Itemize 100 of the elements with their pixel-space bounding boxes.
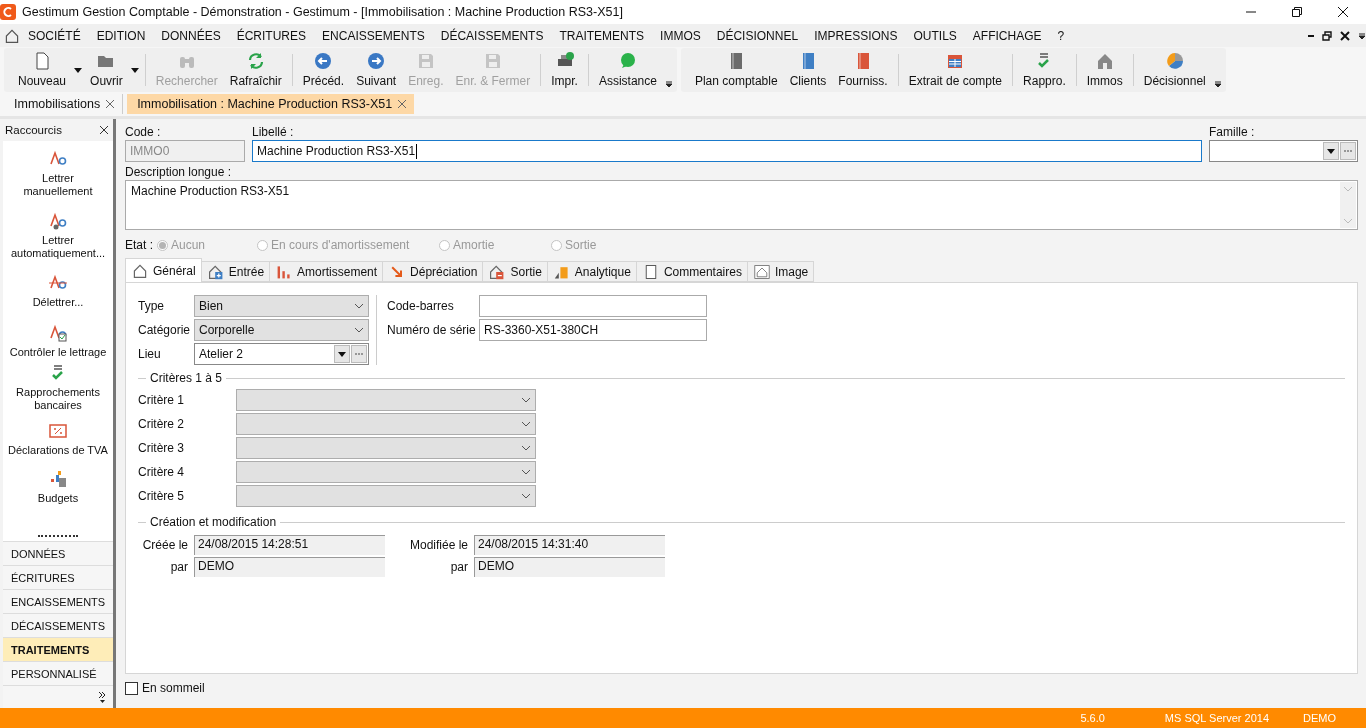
chevron-down-icon	[521, 421, 531, 427]
chevron-down-icon	[521, 445, 531, 451]
letter-check-icon	[48, 323, 68, 343]
status-text: 5.6.0	[1080, 712, 1105, 724]
restore-icon	[1322, 30, 1332, 41]
readonly-field: 24/08/2015 14:31:40	[474, 535, 665, 555]
menu-item[interactable]: OUTILS	[905, 28, 965, 43]
dropdown-arrow-icon	[338, 351, 346, 357]
minimize-icon	[1308, 34, 1314, 37]
menu-item[interactable]: EDITION	[88, 28, 154, 43]
budget-icon	[48, 469, 68, 489]
toolbar-button[interactable]: Impr.	[545, 48, 584, 92]
menu-item[interactable]: AFFICHAGE	[964, 28, 1050, 43]
house-minus-icon	[489, 263, 506, 280]
select-field[interactable]: Corporelle	[194, 319, 369, 341]
overflow-icon	[1358, 31, 1366, 40]
house-plus-icon	[207, 263, 224, 280]
menu-item[interactable]: ?	[1049, 28, 1073, 43]
document-tab[interactable]: Immobilisation : Machine Production RS3-X51	[127, 94, 415, 114]
pie-chart-icon	[1164, 51, 1185, 71]
chevron-down-icon	[1343, 218, 1353, 224]
close-icon	[398, 100, 407, 108]
menu-item[interactable]: ÉCRITURES	[228, 28, 315, 43]
menu-item[interactable]: ENCAISSEMENTS	[314, 28, 433, 43]
toolbar-button[interactable]: Immos	[1080, 48, 1129, 92]
label-field[interactable]: Machine Production RS3-X51	[252, 140, 1202, 162]
form-tab[interactable]: Commentaires	[635, 261, 748, 282]
menu-item[interactable]: DÉCISIONNEL	[708, 28, 807, 43]
dropdown-arrow-icon	[130, 67, 139, 73]
toolbar-button[interactable]: Rafraîchir	[223, 48, 288, 92]
menu-item[interactable]: SOCIÉTÉ	[20, 28, 89, 43]
field-label: Lieu	[138, 347, 162, 361]
bar-chart-icon	[276, 263, 293, 280]
shortcut-label[interactable]: Contrôler le lettrage	[9, 346, 107, 359]
shortcut-label[interactable]: Rapprochements bancaires	[6, 386, 110, 412]
serial-number-field[interactable]: RS-3360-X51-380CH	[479, 319, 707, 341]
field-label: Description longue :	[125, 165, 233, 180]
house-icon	[132, 262, 148, 279]
toolbar-button[interactable]: Précéd.	[296, 48, 351, 92]
section-button[interactable]: TRAITEMENTS	[3, 637, 113, 661]
toolbar-button[interactable]: Plan comptable	[688, 48, 784, 92]
group-title: Création et modification	[150, 515, 277, 529]
field-label: Code-barres	[387, 299, 455, 313]
field-label: par	[169, 560, 189, 574]
form-tab[interactable]: Image	[746, 261, 815, 282]
field-label: Code :	[125, 125, 162, 140]
field-label: Numéro de série	[387, 323, 477, 337]
dropdown-button[interactable]	[334, 345, 350, 363]
select-field[interactable]	[236, 413, 536, 435]
document-tab[interactable]: Immobilisations	[4, 94, 124, 114]
barcode-field[interactable]	[479, 295, 707, 317]
shortcut-label[interactable]: Déclarations de TVA	[8, 444, 108, 457]
menu-item[interactable]: IMPRESSIONS	[806, 28, 906, 43]
checkbox-label[interactable]: En sommeil	[142, 680, 205, 696]
checkbox[interactable]	[125, 681, 138, 695]
field-label: Créée le	[141, 538, 189, 552]
readonly-field: 24/08/2015 14:28:51	[194, 535, 385, 555]
form-tab[interactable]: Dépréciation	[382, 261, 484, 282]
toolbar-button[interactable]: Assistance	[592, 48, 663, 92]
chevron-down-icon	[521, 469, 531, 475]
group-title: Critères 1 à 5	[150, 371, 223, 385]
ellipsis-icon	[1343, 149, 1353, 153]
toolbar-button[interactable]: Nouveau	[12, 48, 73, 92]
field-label: Critère 1	[138, 393, 185, 407]
select-field[interactable]: Bien	[194, 295, 369, 317]
window-title: Gestimum Gestion Comptable - Démonstration - Gestimum - [Immobilisation : Machine Production RS3-X51]	[22, 5, 624, 19]
select-field[interactable]	[236, 485, 536, 507]
location-combo[interactable]: Atelier 2	[194, 343, 369, 365]
shortcut-label[interactable]: Budgets	[37, 492, 79, 505]
menu-item[interactable]: TRAITEMENTS	[551, 28, 653, 43]
form-tab[interactable]: Analytique	[546, 261, 637, 282]
arrow-left-icon	[313, 51, 334, 71]
close-icon	[106, 100, 115, 108]
menu-item[interactable]: IMMOS	[652, 28, 709, 43]
shortcut-label[interactable]: Lettrer automatiquement...	[6, 234, 110, 260]
chevron-down-icon	[1343, 186, 1353, 192]
shortcut-label[interactable]: Délettrer...	[32, 296, 84, 309]
shortcut-label[interactable]: Lettrer manuellement	[18, 172, 98, 198]
menu-item[interactable]: DÉCAISSEMENTS	[432, 28, 552, 43]
chevron-more-icon	[97, 691, 107, 703]
toolbar-button[interactable]: Rappro.	[1017, 48, 1072, 92]
toolbar-button[interactable]: Extrait de compte	[902, 48, 1009, 92]
toolbar-button[interactable]: Suivant	[350, 48, 403, 92]
toolbar-button[interactable]: Décisionnel	[1137, 48, 1212, 92]
menu-item[interactable]: DONNÉES	[153, 28, 229, 43]
toolbar-button[interactable]: Fourniss.	[832, 48, 894, 92]
overflow-icon	[1213, 80, 1222, 88]
form-tab[interactable]: Entrée	[200, 261, 271, 282]
dropdown-button[interactable]	[1323, 142, 1339, 160]
form-tab[interactable]: Amortissement	[269, 261, 384, 282]
select-field[interactable]	[236, 437, 536, 459]
field-label: Critère 4	[138, 465, 185, 479]
select-field[interactable]	[236, 389, 536, 411]
form-tab[interactable]: Sortie	[482, 261, 548, 282]
field-label: Etat :	[125, 237, 154, 253]
toolbar-button[interactable]: Clients	[783, 48, 833, 92]
select-field[interactable]	[236, 461, 536, 483]
form-tab[interactable]: Général	[125, 258, 202, 282]
description-field[interactable]: Machine Production RS3-X51	[125, 180, 1358, 230]
toolbar-button[interactable]: Ouvrir	[84, 48, 129, 92]
